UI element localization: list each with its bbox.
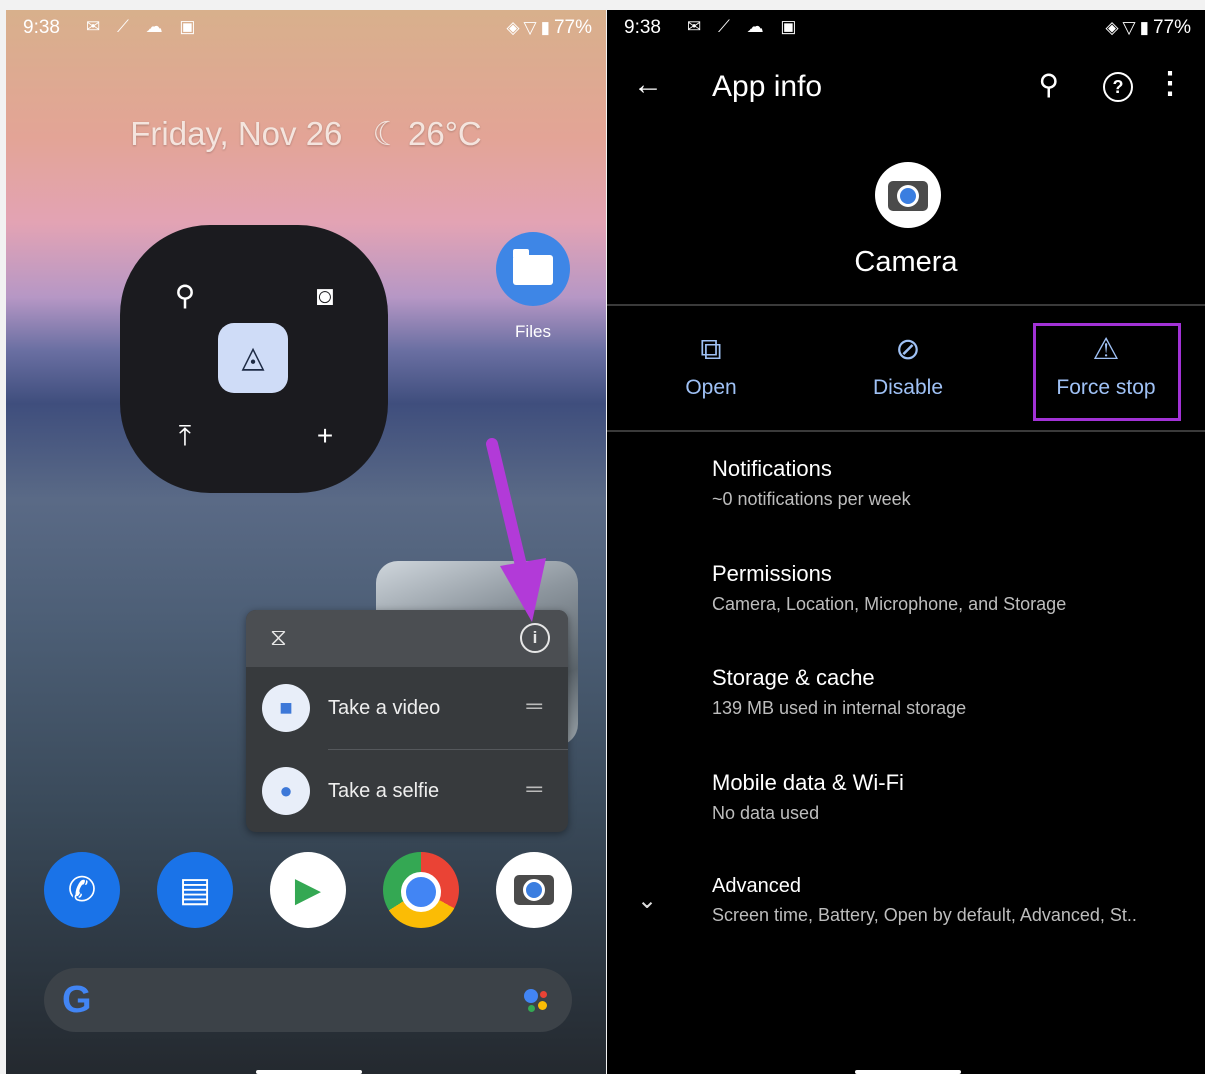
google-search-bar[interactable]: G [44,968,572,1032]
permissions-row[interactable]: Permissions Camera, Location, Microphone… [712,561,1066,615]
open-button[interactable]: ⧉ Open [636,330,786,420]
disable-button[interactable]: ⊘ Disable [833,330,983,420]
weather-text: 26°C [408,115,482,152]
chevron-down-icon[interactable]: ⌄ [637,886,657,915]
advanced-row[interactable]: Advanced Screen time, Battery, Open by d… [712,875,1137,926]
row-subtitle: ~0 notifications per week [712,489,911,509]
search-icon[interactable]: ⚲ [1038,68,1059,101]
shortcut-take-video[interactable]: ■ Take a video ═ [246,667,568,749]
camera-app-icon[interactable] [496,852,572,928]
add-icon[interactable]: + [300,411,350,461]
disable-icon: ⊘ [895,333,921,366]
person-icon: ● [262,767,310,815]
files-app-icon[interactable] [496,232,570,306]
shortcut-take-selfie[interactable]: ● Take a selfie ═ [246,750,568,832]
home-screen: 9:38 ✉ ⟋ ☁ ▣ ◈▽▮77% Friday, Nov 26 ☾ 26°C … [6,10,606,1074]
upload-icon[interactable]: ⤒ [160,411,210,461]
status-right: ◈▽▮77% [1105,17,1191,39]
app-info-screen: 9:38 ✉ ⟋ ☁ ▣ ◈▽▮77% ← App info ⚲ ? ⋮ Cam… [607,10,1205,1074]
drive-widget: ⚲ ◙ ◬ ⤒ + [120,225,388,493]
status-battery: 77% [553,17,592,38]
chrome-icon[interactable] [383,852,459,928]
moon-icon: ☾ [372,115,402,152]
row-title: Storage & cache [712,665,875,690]
open-label: Open [685,376,737,399]
hourglass-icon[interactable]: ⧖ [270,624,287,652]
page-title: App info [712,70,823,103]
camera-app-icon [875,162,941,228]
row-title: Permissions [712,561,832,586]
vibrate-wifi-battery-icons: ◈▽▮ [506,18,554,37]
notifications-row[interactable]: Notifications ~0 notifications per week [712,456,911,510]
more-vert-icon[interactable]: ⋮ [1155,66,1185,101]
shortcut-popup: ⧖ i ■ Take a video ═ ● Take a selfie ═ [246,610,568,832]
divider [607,430,1205,432]
row-title: Mobile data & Wi-Fi [712,770,904,795]
highlight-box [1033,323,1181,421]
status-time: 9:38 [624,17,661,38]
help-icon[interactable]: ? [1103,72,1133,102]
arrow-annotation [486,438,546,622]
status-bar: 9:38 ✉ ⟋ ☁ ▣ ◈▽▮77% [6,10,606,46]
notification-icons: ✉ ⟋ ☁ ▣ [687,17,803,36]
status-time: 9:38 [23,17,60,38]
storage-row[interactable]: Storage & cache 139 MB used in internal … [712,665,966,719]
status-bar: 9:38 ✉ ⟋ ☁ ▣ ◈▽▮77% [607,10,1205,46]
play-store-icon[interactable]: ▶ [270,852,346,928]
camera-scan-icon[interactable]: ◙ [300,271,350,321]
files-label: Files [515,322,551,341]
shortcut-label: Take a selfie [328,780,440,802]
row-title: Advanced [712,875,801,897]
search-icon[interactable]: ⚲ [160,271,210,321]
google-logo: G [62,979,92,1021]
status-battery: 77% [1152,17,1191,38]
drag-handle-icon[interactable]: ═ [526,693,542,719]
drive-icon[interactable]: ◬ [218,323,288,393]
notification-icons: ✉ ⟋ ☁ ▣ [86,17,202,36]
status-right: ◈▽▮77% [506,17,592,39]
app-bar: ← App info ⚲ ? ⋮ [607,66,1205,126]
app-name: Camera [854,246,958,278]
row-subtitle: Screen time, Battery, Open by default, A… [712,905,1137,925]
camera-lens [897,185,919,207]
folder-icon [513,249,553,285]
drag-handle-icon[interactable]: ═ [526,776,542,802]
vibrate-wifi-battery-icons: ◈▽▮ [1105,18,1153,37]
date-text: Friday, Nov 26 [130,115,343,152]
gesture-bar[interactable] [855,1070,961,1074]
phone-app-icon[interactable]: ✆ [44,852,120,928]
video-camera-icon: ■ [262,684,310,732]
assistant-icon[interactable] [524,989,550,1013]
divider [607,304,1205,306]
gesture-bar[interactable] [256,1070,362,1074]
back-arrow-icon[interactable]: ← [633,68,663,102]
shortcut-label: Take a video [328,697,441,719]
open-external-icon: ⧉ [700,333,722,366]
row-subtitle: 139 MB used in internal storage [712,698,967,718]
row-title: Notifications [712,456,832,481]
disable-label: Disable [872,376,944,399]
at-a-glance[interactable]: Friday, Nov 26 ☾ 26°C [6,114,606,153]
messages-app-icon[interactable]: ▤ [157,852,233,928]
mobile-data-row[interactable]: Mobile data & Wi-Fi No data used [712,770,904,824]
row-subtitle: No data used [712,803,820,823]
row-subtitle: Camera, Location, Microphone, and Storag… [712,594,1067,614]
